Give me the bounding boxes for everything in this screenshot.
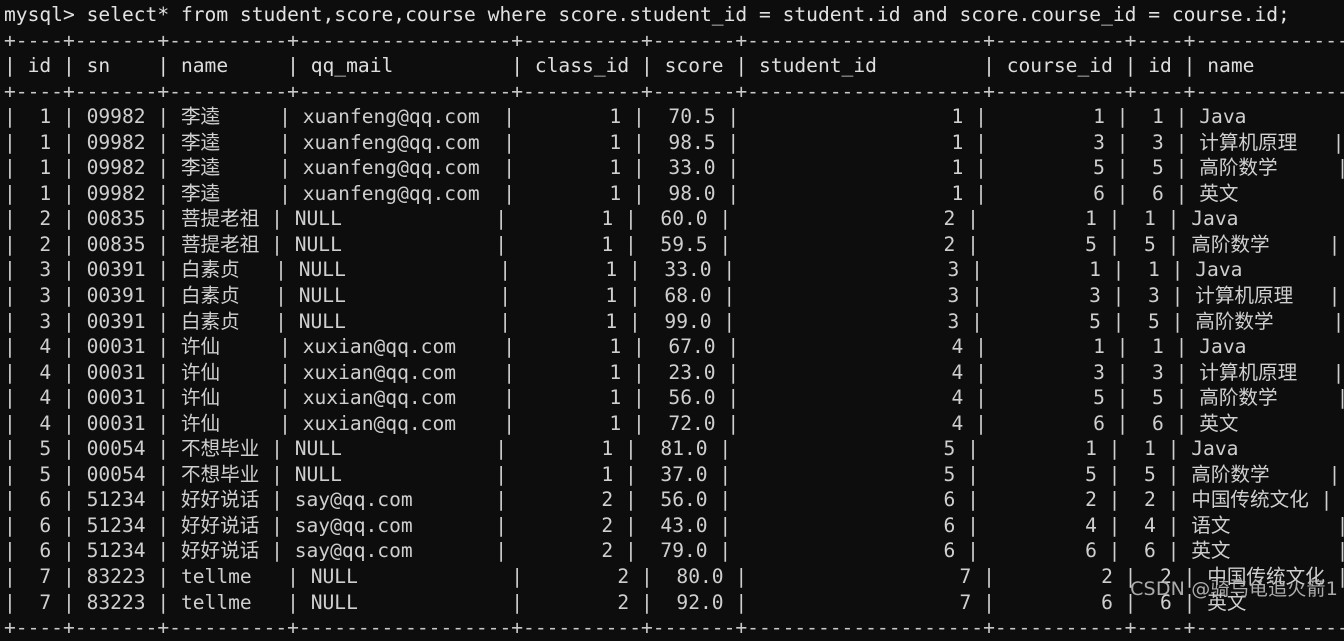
table-row: | 1 | 09982 | 李逵 | xuanfeng@qq.com | 1 |… bbox=[4, 130, 1344, 154]
mysql-console-output: mysql> select* from student,score,course… bbox=[0, 0, 1344, 641]
table-row: | 6 | 51234 | 好好说话 | say@qq.com | 2 | 79… bbox=[4, 539, 1344, 563]
table-row: | 4 | 00031 | 许仙 | xuxian@qq.com | 1 | 5… bbox=[4, 386, 1344, 410]
table-row: | 4 | 00031 | 许仙 | xuxian@qq.com | 1 | 2… bbox=[4, 360, 1344, 384]
table-rule-bottom: +----+-------+----------+---------------… bbox=[4, 616, 1344, 640]
table-row: | 3 | 00391 | 白素贞 | NULL | 1 | 99.0 | 3 … bbox=[4, 309, 1344, 333]
terminal-window: mysql> select* from student,score,course… bbox=[0, 0, 1344, 639]
table-row: | 3 | 00391 | 白素贞 | NULL | 1 | 33.0 | 3 … bbox=[4, 258, 1243, 282]
table-row: | 5 | 00054 | 不想毕业 | NULL | 1 | 37.0 | 5… bbox=[4, 462, 1341, 486]
table-row: | 7 | 83223 | tellme | NULL | 2 | 92.0 |… bbox=[4, 590, 1247, 614]
query-line: mysql> select* from student,score,course… bbox=[4, 3, 1290, 26]
table-rule-top: +----+-------+----------+---------------… bbox=[4, 28, 1344, 52]
table-rule-header: +----+-------+----------+---------------… bbox=[4, 79, 1344, 103]
table-row: | 6 | 51234 | 好好说话 | say@qq.com | 2 | 43… bbox=[4, 513, 1344, 537]
table-row: | 3 | 00391 | 白素贞 | NULL | 1 | 68.0 | 3 … bbox=[4, 284, 1341, 308]
table-row: | 4 | 00031 | 许仙 | xuxian@qq.com | 1 | 7… bbox=[4, 411, 1239, 435]
table-row: | 4 | 00031 | 许仙 | xuxian@qq.com | 1 | 6… bbox=[4, 335, 1247, 359]
table-row: | 5 | 00054 | 不想毕业 | NULL | 1 | 81.0 | 5… bbox=[4, 437, 1239, 461]
table-row: | 6 | 51234 | 好好说话 | say@qq.com | 2 | 56… bbox=[4, 488, 1333, 512]
table-row: | 2 | 00835 | 菩提老祖 | NULL | 1 | 60.0 | 2… bbox=[4, 207, 1239, 231]
table-row: | 1 | 09982 | 李逵 | xuanfeng@qq.com | 1 |… bbox=[4, 156, 1344, 180]
table-row: | 7 | 83223 | tellme | NULL | 2 | 80.0 |… bbox=[4, 565, 1344, 589]
table-row: | 1 | 09982 | 李逵 | xuanfeng@qq.com | 1 |… bbox=[4, 105, 1247, 129]
table-header-row: | id | sn | name | qq_mail | class_id | … bbox=[4, 54, 1255, 78]
table-row: | 1 | 09982 | 李逵 | xuanfeng@qq.com | 1 |… bbox=[4, 181, 1239, 205]
table-row: | 2 | 00835 | 菩提老祖 | NULL | 1 | 59.5 | 2… bbox=[4, 232, 1341, 256]
